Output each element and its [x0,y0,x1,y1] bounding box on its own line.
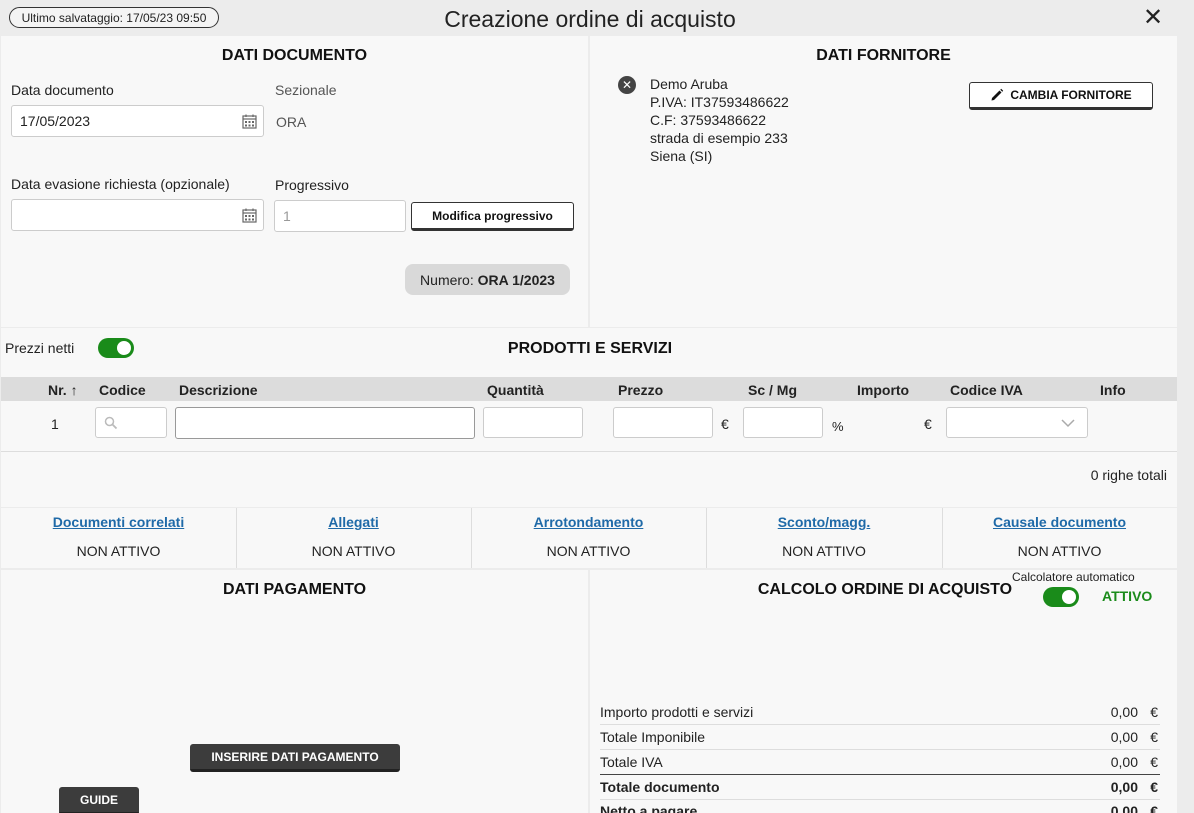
prodotti-title: PRODOTTI E SERVIZI [507,340,673,357]
search-icon [104,416,118,429]
dati-documento-title: DATI DOCUMENTO [221,47,368,64]
cambia-fornitore-button[interactable]: CAMBIA FORNITORE [969,82,1153,110]
causale-documento-link[interactable]: Causale documento [942,514,1177,530]
codice-search-field[interactable] [95,407,167,438]
last-save-badge: Ultimo salvataggio: 17/05/23 09:50 [9,7,219,28]
prezzo-currency: € [721,416,729,432]
modifica-progressivo-button[interactable]: Modifica progressivo [411,202,574,231]
dati-pagamento-panel [1,570,588,813]
row-divider [1,451,1177,452]
sc-mg-input[interactable] [743,407,823,438]
sezionale-label: Sezionale [275,82,337,98]
row-nr: 1 [51,416,59,432]
allegati-status: NON ATTIVO [311,543,396,559]
causale-documento-status: NON ATTIVO [1017,543,1102,559]
numero-label: Numero: [420,271,474,288]
page-title: Creazione ordine di acquisto [444,6,736,32]
inserire-pagamento-button[interactable]: INSERIRE DATI PAGAMENTO [190,744,400,772]
importo-currency: € [924,416,932,432]
dati-pagamento-title: DATI PAGAMENTO [222,581,367,598]
calcolatore-auto-status: ATTIVO [1102,588,1153,604]
col-prezzo: Prezzo [618,382,664,398]
quantita-input[interactable] [483,407,583,438]
allegati-link[interactable]: Allegati [236,514,471,530]
col-nr[interactable]: Nr. ↑ [48,382,78,398]
remove-fornitore-icon[interactable]: ✕ [618,76,636,94]
data-evasione-field[interactable] [11,199,264,231]
total-rows: 0 righe totali [1090,467,1167,483]
data-documento-value: 17/05/2023 [20,113,91,129]
col-codice-iva: Codice IVA [950,382,1023,398]
progressivo-label: Progressivo [275,177,349,193]
sort-up-icon[interactable]: ↑ [71,382,78,398]
numero-badge: Numero: ORA 1/2023 [405,264,570,295]
col-sc-mg: Sc / Mg [748,382,798,398]
sconto-magg-status: NON ATTIVO [782,543,866,559]
prezzi-netti-label: Prezzi netti [5,340,75,356]
dati-fornitore-title: DATI FORNITORE [816,47,951,64]
col-descrizione: Descrizione [179,382,258,398]
data-documento-label: Data documento [11,82,114,98]
col-info: Info [1100,382,1126,398]
fornitore-cf: C.F: 37593486622 [650,112,766,128]
sum-importo-prodotti: Importo prodotti e servizi 0,00 € [600,700,1160,725]
arrotondamento-status: NON ATTIVO [546,543,631,559]
descrizione-input[interactable] [175,407,475,439]
sum-netto-a-pagare: Netto a pagare 0,00 € [600,803,1158,813]
sum-totale-imponibile: Totale Imponibile 0,00 € [600,725,1160,750]
chevron-down-icon [1061,419,1075,428]
calcolatore-auto-label: Calcolatore automatico [1012,570,1135,584]
close-icon[interactable]: ✕ [1140,4,1166,32]
col-importo: Importo [857,382,910,398]
sconto-magg-link[interactable]: Sconto/magg. [706,514,942,530]
data-documento-field[interactable]: 17/05/2023 [11,105,264,137]
calendar-icon[interactable] [242,114,257,129]
cambia-fornitore-label: CAMBIA FORNITORE [1010,88,1132,102]
fornitore-address: strada di esempio 233 [650,130,788,146]
calcolatore-auto-toggle[interactable] [1043,587,1079,607]
fornitore-piva: P.IVA: IT37593486622 [650,94,789,110]
col-quantita: Quantità [487,382,544,398]
calendar-icon[interactable] [242,208,257,223]
prezzo-input[interactable] [613,407,713,438]
documenti-correlati-status: NON ATTIVO [76,543,161,559]
col-codice: Codice [99,382,146,398]
fornitore-name: Demo Aruba [650,76,728,92]
sum-totale-iva: Totale IVA 0,00 € [600,750,1160,775]
sezionale-value: ORA [276,114,307,130]
calcolo-title: CALCOLO ORDINE DI ACQUISTO [757,581,1013,598]
pencil-icon [991,88,1004,101]
sc-mg-percent: % [832,419,844,434]
prezzi-netti-toggle[interactable] [98,338,134,358]
sum-totale-documento: Totale documento 0,00 € [600,775,1160,800]
documenti-correlati-link[interactable]: Documenti correlati [1,514,236,530]
data-evasione-label: Data evasione richiesta (opzionale) [11,176,230,192]
numero-value: ORA 1/2023 [477,271,555,288]
progressivo-field[interactable]: 1 [274,200,406,232]
codice-iva-select[interactable] [946,407,1088,438]
arrotondamento-link[interactable]: Arrotondamento [471,514,706,530]
fornitore-city: Siena (SI) [650,148,713,164]
guide-button[interactable]: GUIDE [59,787,139,813]
